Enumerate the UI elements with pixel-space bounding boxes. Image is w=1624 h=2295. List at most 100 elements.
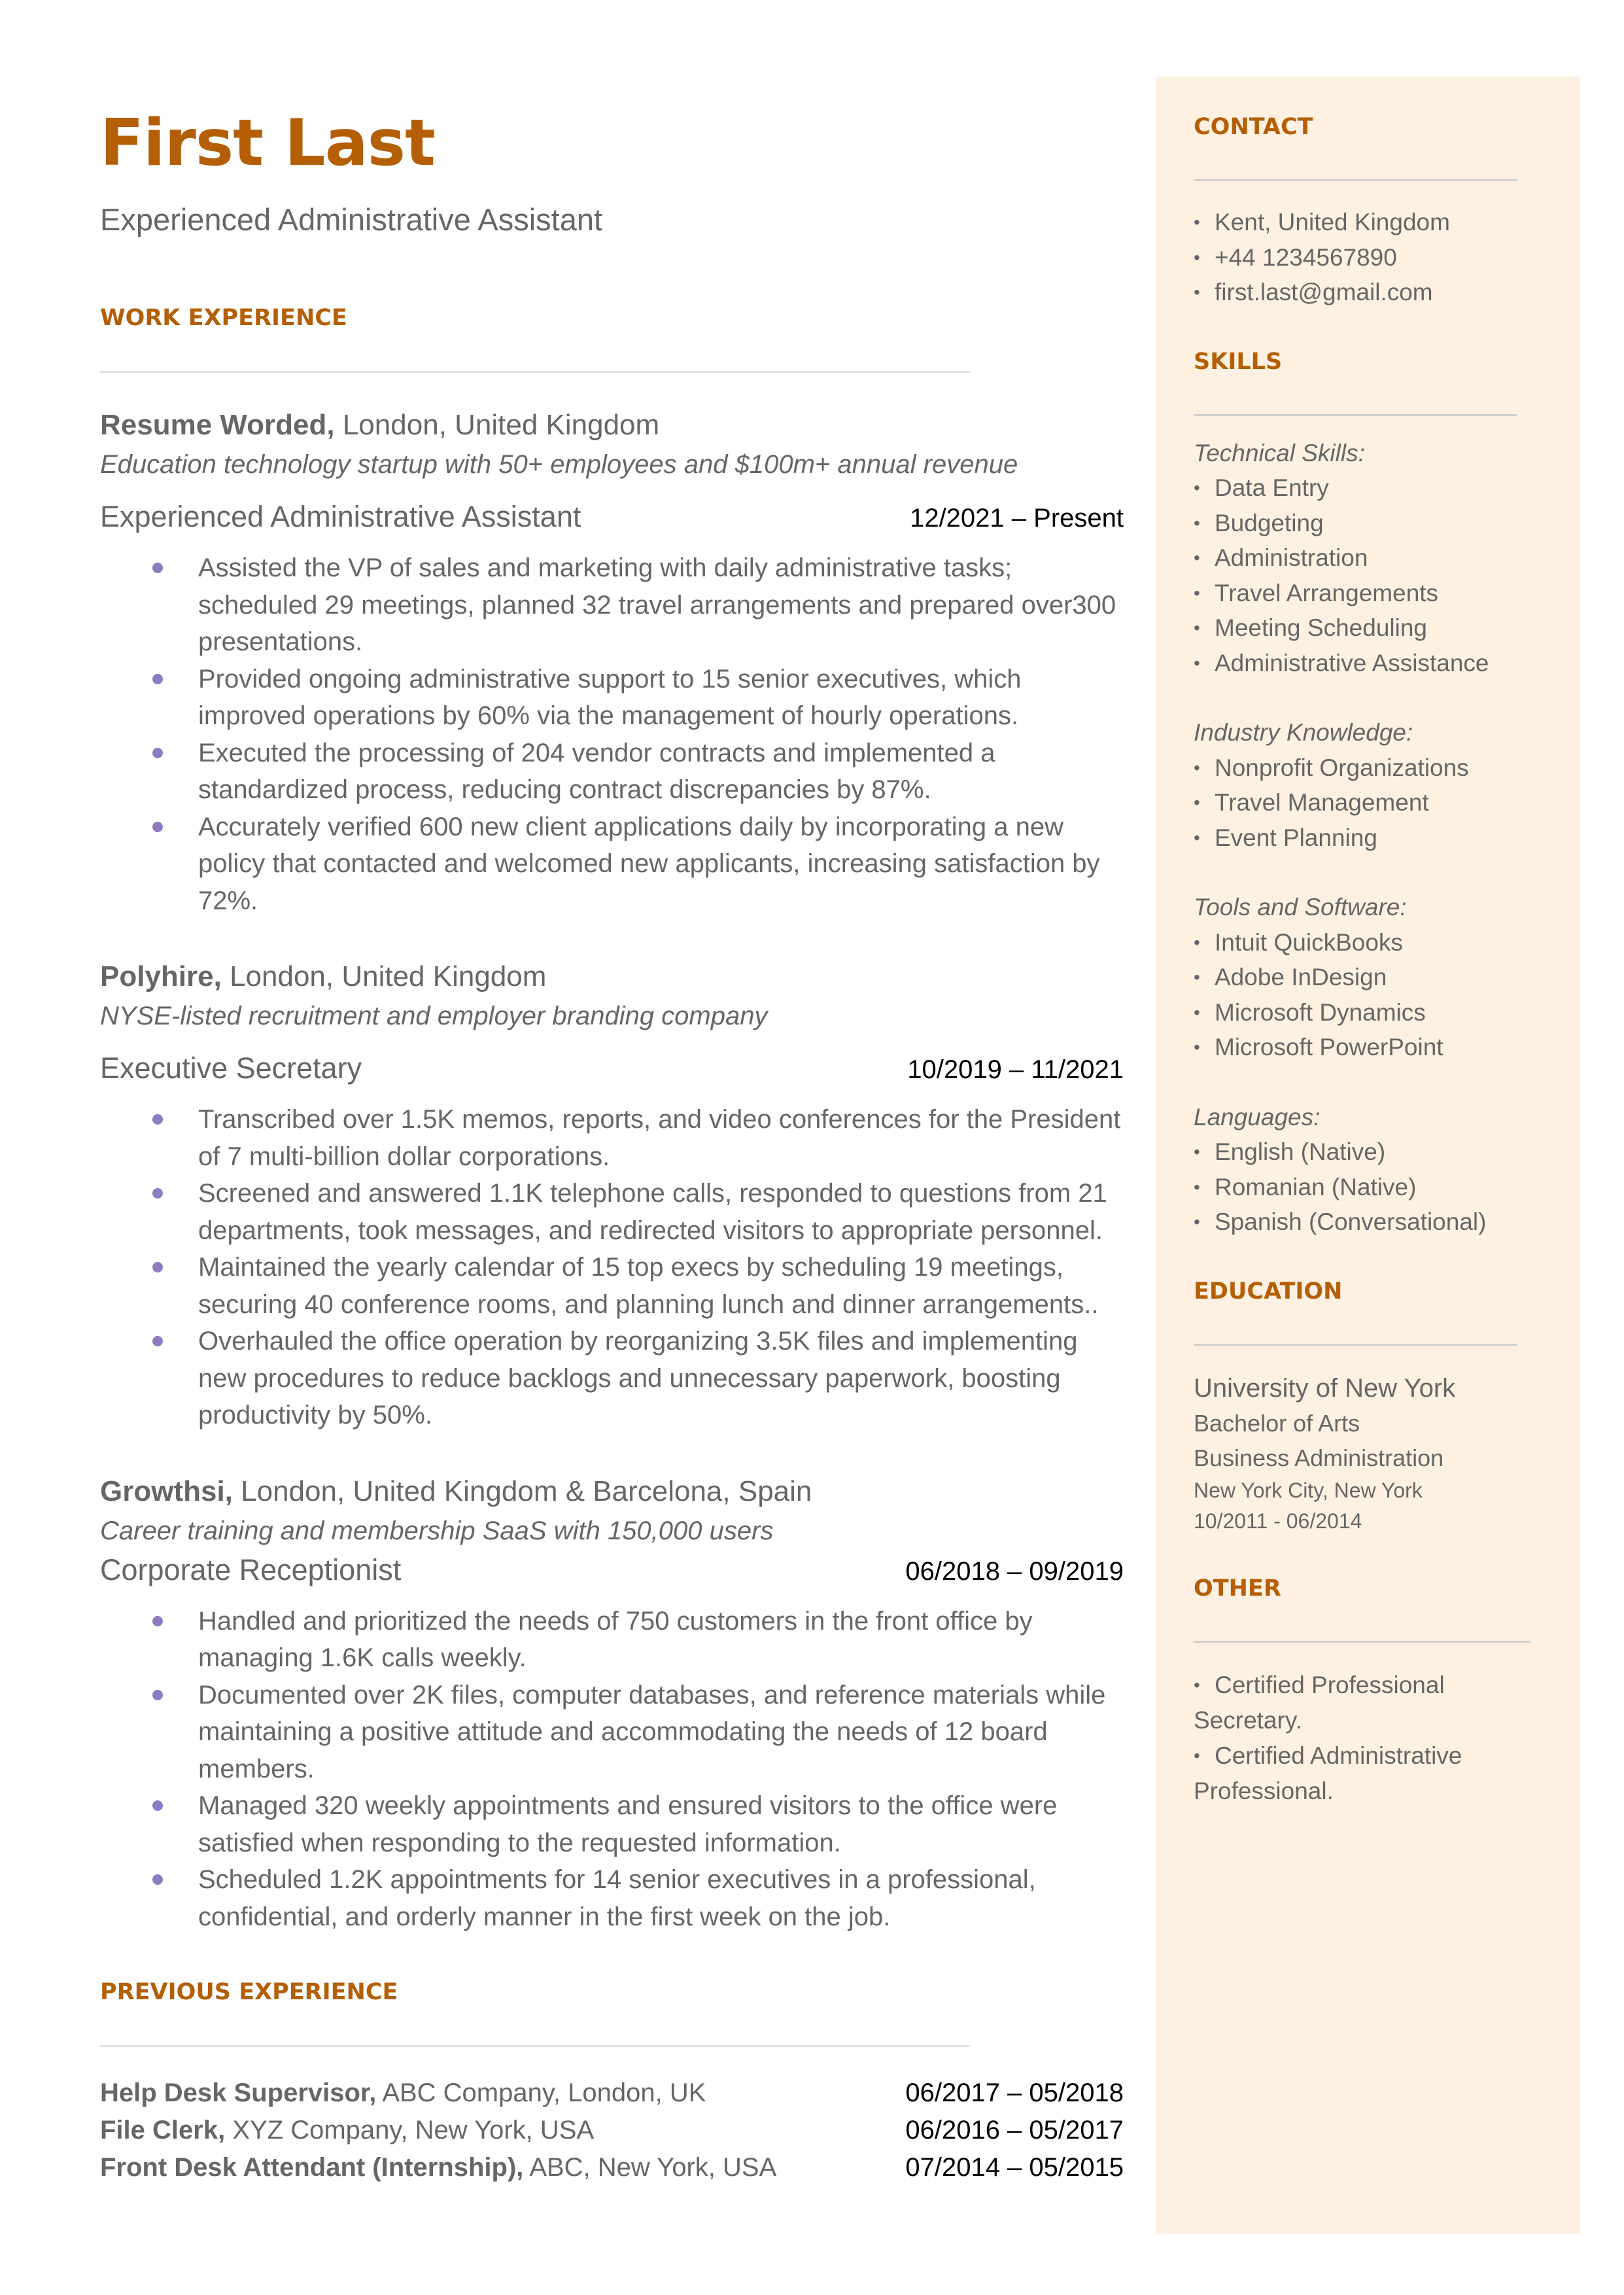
previous-company: ABC Company, London, UK (376, 2078, 706, 2107)
skill-item: • Travel Arrangements (1194, 576, 1580, 611)
skill-item-text: Budgeting (1215, 509, 1324, 536)
bullet-icon: • (1194, 212, 1200, 232)
job-dates: 10/2019 – 11/2021 (907, 1055, 1124, 1084)
skill-list: • Intuit QuickBooks • Adobe InDesign • Micros… (1194, 925, 1580, 1065)
other-list: • Certified Professional Secretary. • Cert… (1194, 1668, 1508, 1809)
previous-dates: 06/2016 – 05/2017 (905, 2116, 1124, 2145)
bullet-text: Executed the processing of 204 vendor co… (198, 738, 995, 805)
section-divider (1194, 1640, 1530, 1643)
bullet-dot-icon (152, 821, 163, 832)
bullet-text: Transcribed over 1.5K memos, reports, an… (198, 1105, 1121, 1171)
bullet-dot-icon (152, 1874, 163, 1885)
contact-email-link[interactable]: first.last@gmail.com (1215, 279, 1433, 306)
skill-item: • Microsoft Dynamics (1194, 995, 1580, 1030)
skill-item-text: Spanish (Conversational) (1215, 1208, 1487, 1235)
company-description: NYSE-listed recruitment and employer bra… (100, 1002, 768, 1030)
job-entry: Polyhire, London, United Kingdom NYSE-li… (100, 957, 1124, 1434)
bullet-dot-icon (152, 747, 163, 758)
other-item: • Certified Administrative Professional. (1194, 1738, 1508, 1809)
company-line: Growthsi, London, United Kingdom & Barce… (100, 1472, 1124, 1511)
candidate-name: First Last (100, 106, 436, 181)
skill-item: • Administrative Assistance (1194, 646, 1580, 681)
other-item: • Certified Professional Secretary. (1194, 1668, 1508, 1738)
bullet-text: Accurately verified 600 new client appli… (198, 812, 1100, 915)
section-divider (100, 2045, 970, 2047)
contact-location-text: Kent, United Kingdom (1215, 209, 1450, 236)
company-location: London, United Kingdom (334, 409, 660, 441)
bullet-icon: • (1194, 1674, 1200, 1695)
bullet-icon: • (1194, 282, 1200, 302)
skill-list: • Nonprofit Organizations • Travel Manageme… (1194, 750, 1580, 856)
section-divider (1194, 413, 1517, 416)
job-role: Executive Secretary (100, 1051, 362, 1085)
contact-email[interactable]: • first.last@gmail.com (1194, 275, 1580, 310)
contact-phone[interactable]: • +44 1234567890 (1194, 240, 1580, 275)
bullet-icon: • (1194, 548, 1200, 568)
skill-item-text: Data Entry (1215, 474, 1329, 501)
role-row: Executive Secretary 10/2019 – 11/2021 (100, 1049, 1124, 1089)
bullet-icon: • (1194, 967, 1200, 987)
skill-item-text: Nonprofit Organizations (1215, 754, 1469, 781)
bullet-item: Accurately verified 600 new client appli… (100, 809, 1124, 920)
skill-category-label: Industry Knowledge: (1194, 719, 1413, 746)
bullet-text: Managed 320 weekly appointments and ensu… (198, 1791, 1058, 1857)
contact-heading: CONTACT (1194, 114, 1313, 140)
contact-list: • Kent, United Kingdom • +44 1234567890 • f… (1194, 205, 1580, 310)
bullet-item: Scheduled 1.2K appointments for 14 senio… (100, 1861, 1124, 1935)
previous-role: Help Desk Supervisor, (100, 2078, 377, 2107)
company-name: Resume Worded, (100, 409, 335, 441)
bullet-dot-icon (152, 563, 163, 573)
bullet-dot-icon (152, 1800, 163, 1811)
skill-item: • English (Native) (1194, 1134, 1580, 1170)
skill-item-text: Administration (1215, 544, 1368, 571)
bullet-item: Handled and prioritized the needs of 750… (100, 1603, 1124, 1677)
company-location: London, United Kingdom (221, 960, 547, 992)
company-location: London, United Kingdom & Barcelona, Spai… (232, 1475, 812, 1507)
skill-item: • Meeting Scheduling (1194, 610, 1580, 646)
bullet-text: Overhauled the office operation by reorg… (198, 1327, 1078, 1429)
company-description: Education technology startup with 50+ em… (100, 450, 1018, 479)
previous-experience-heading: PREVIOUS EXPERIENCE (100, 1979, 398, 2005)
job-entry: Growthsi, London, United Kingdom & Barce… (100, 1472, 1124, 1936)
bullet-item: Provided ongoing administrative support … (100, 661, 1124, 735)
bullet-icon: • (1194, 1745, 1200, 1766)
skill-item: • Microsoft PowerPoint (1194, 1030, 1580, 1065)
bullet-icon: • (1194, 792, 1200, 813)
bullet-icon: • (1194, 582, 1200, 603)
job-role: Corporate Receptionist (100, 1552, 402, 1586)
section-divider (1194, 179, 1517, 181)
skill-item: • Spanish (Conversational) (1194, 1204, 1580, 1240)
role-row: Experienced Administrative Assistant 12/… (100, 497, 1124, 538)
bullet-icon: • (1194, 1037, 1200, 1057)
skill-list: • Data Entry • Budgeting • Administration • Tra… (1194, 470, 1580, 680)
previous-role-label: Front Desk Attendant (Internship), ABC, … (100, 2149, 776, 2186)
bullet-icon: • (1194, 652, 1200, 673)
role-row: Corporate Receptionist 06/2018 – 09/2019 (100, 1550, 1124, 1591)
contact-location: • Kent, United Kingdom (1194, 205, 1580, 240)
bullet-icon: • (1194, 512, 1200, 533)
bullet-icon: • (1194, 247, 1200, 268)
skill-item: • Nonprofit Organizations (1194, 750, 1580, 786)
skill-item-text: Travel Arrangements (1215, 579, 1439, 606)
bullet-dot-icon (152, 1114, 163, 1125)
skill-item: • Intuit QuickBooks (1194, 925, 1580, 960)
skill-item-text: English (Native) (1215, 1138, 1386, 1165)
job-role: Experienced Administrative Assistant (100, 500, 581, 533)
bullet-text: Screened and answered 1.1K telephone cal… (198, 1179, 1107, 1245)
previous-role-row: Front Desk Attendant (Internship), ABC, … (100, 2149, 1124, 2186)
bullet-item: Managed 320 weekly appointments and ensu… (100, 1787, 1124, 1861)
bullet-item: Screened and answered 1.1K telephone cal… (100, 1175, 1124, 1249)
bullet-icon: • (1194, 1176, 1200, 1197)
bullet-text: Assisted the VP of sales and marketing w… (198, 553, 1116, 656)
bullet-item: Assisted the VP of sales and marketing w… (100, 550, 1124, 661)
job-entry: Resume Worded, London, United Kingdom Ed… (100, 406, 1124, 919)
bullet-text: Scheduled 1.2K appointments for 14 senio… (198, 1865, 1036, 1931)
contact-phone-text[interactable]: +44 1234567890 (1215, 244, 1397, 271)
skill-item-text: Microsoft PowerPoint (1215, 1034, 1443, 1060)
bullet-text: Documented over 2K files, computer datab… (198, 1680, 1106, 1783)
skill-item-text: Event Planning (1215, 824, 1377, 851)
previous-company: XYZ Company, New York, USA (225, 2116, 595, 2145)
sidebar: CONTACT • Kent, United Kingdom • +44 12345… (1156, 77, 1580, 2234)
skill-item: • Adobe InDesign (1194, 960, 1580, 995)
section-divider (1194, 1343, 1517, 1346)
